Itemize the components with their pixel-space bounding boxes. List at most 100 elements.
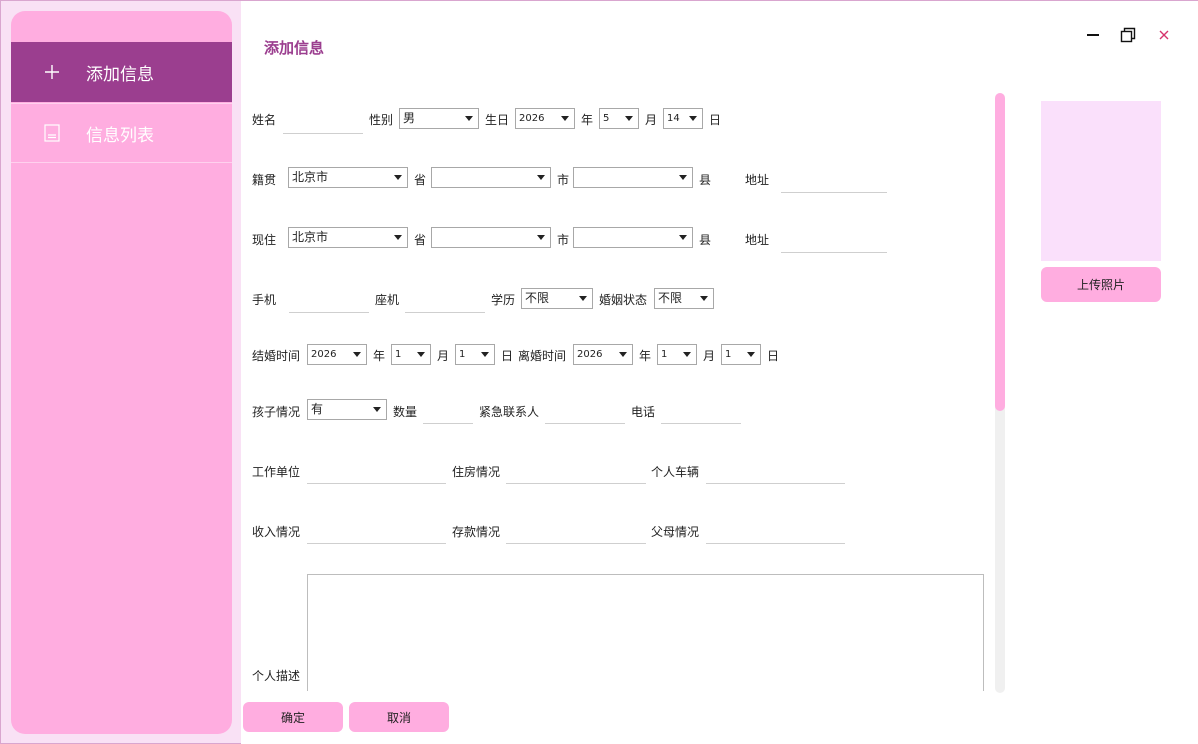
marital-label: 婚姻状态 [599, 293, 648, 307]
native-address-input[interactable] [781, 169, 887, 193]
birth-year-value: 2026 [519, 113, 545, 124]
phone-label: 电话 [631, 405, 656, 419]
divorce-month-select[interactable]: 1 [657, 344, 697, 365]
savings-input[interactable] [506, 520, 646, 544]
province-unit: 省 [414, 233, 427, 247]
divorce-month-value: 1 [661, 349, 668, 360]
cancel-button[interactable]: 取消 [349, 702, 449, 732]
education-select[interactable]: 不限 [521, 288, 593, 309]
birth-month-select[interactable]: 5 [599, 108, 639, 129]
photo-preview [1041, 101, 1161, 261]
emergency-contact-input[interactable] [545, 400, 625, 424]
chevron-down-icon [625, 116, 633, 121]
birth-year-select[interactable]: 2026 [515, 108, 575, 129]
restore-icon [1120, 27, 1136, 46]
chevron-down-icon [679, 175, 687, 180]
work-unit-label: 工作单位 [252, 465, 301, 479]
current-province-select[interactable]: 北京市 [288, 227, 408, 248]
children-count-label: 数量 [393, 405, 418, 419]
county-unit: 县 [699, 233, 712, 247]
marriage-year-select[interactable]: 2026 [307, 344, 367, 365]
current-county-select[interactable] [573, 227, 693, 248]
chevron-down-icon [700, 296, 708, 301]
marriage-day-value: 1 [459, 349, 466, 360]
education-label: 学历 [491, 293, 516, 307]
landline-label: 座机 [375, 293, 400, 307]
sidebar-item-label: 信息列表 [86, 125, 154, 146]
chevron-down-icon [561, 116, 569, 121]
birth-day-select[interactable]: 14 [663, 108, 703, 129]
housing-label: 住房情况 [452, 465, 501, 479]
sidebar: 添加信息 信息列表 [11, 11, 232, 734]
marriage-month-select[interactable]: 1 [391, 344, 431, 365]
minimize-button[interactable] [1082, 25, 1104, 47]
children-label: 孩子情况 [252, 405, 301, 419]
day-unit: 日 [709, 113, 722, 127]
name-label: 姓名 [252, 113, 277, 127]
marital-select[interactable]: 不限 [654, 288, 714, 309]
chevron-down-icon [417, 352, 425, 357]
divorce-date-label: 离婚时间 [518, 349, 567, 363]
scrollbar-thumb[interactable] [995, 93, 1005, 411]
work-unit-input[interactable] [307, 460, 446, 484]
form-area: 姓名 性别 男 生日 2026 年 5 月 14 日 籍贯 北京市 省 市 县 … [241, 91, 1001, 691]
landline-input[interactable] [405, 289, 485, 313]
vehicle-input[interactable] [706, 460, 845, 484]
divorce-day-value: 1 [725, 349, 732, 360]
birthday-label: 生日 [485, 113, 510, 127]
province-unit: 省 [414, 173, 427, 187]
current-city-select[interactable] [431, 227, 551, 248]
county-unit: 县 [699, 173, 712, 187]
birth-month-value: 5 [603, 113, 610, 124]
restore-button[interactable] [1117, 25, 1139, 47]
chevron-down-icon [679, 235, 687, 240]
month-unit: 月 [645, 113, 658, 127]
vehicle-label: 个人车辆 [651, 465, 700, 479]
day-unit: 日 [501, 349, 514, 363]
sidebar-item-info-list[interactable]: 信息列表 [11, 103, 232, 163]
upload-photo-button[interactable]: 上传照片 [1041, 267, 1161, 302]
divorce-year-select[interactable]: 2026 [573, 344, 633, 365]
city-unit: 市 [557, 173, 570, 187]
native-province-value: 北京市 [292, 170, 329, 184]
native-city-select[interactable] [431, 167, 551, 188]
housing-input[interactable] [506, 460, 646, 484]
marriage-day-select[interactable]: 1 [455, 344, 495, 365]
year-unit: 年 [639, 349, 652, 363]
name-input[interactable] [283, 110, 363, 134]
chevron-down-icon [537, 235, 545, 240]
parents-input[interactable] [706, 520, 845, 544]
chevron-down-icon [465, 116, 473, 121]
native-county-select[interactable] [573, 167, 693, 188]
list-icon [43, 124, 61, 142]
scrollbar[interactable] [995, 93, 1005, 693]
income-input[interactable] [307, 520, 446, 544]
sidebar-item-add-info[interactable]: 添加信息 [11, 42, 232, 102]
marriage-year-value: 2026 [311, 349, 337, 360]
native-province-select[interactable]: 北京市 [288, 167, 408, 188]
minimize-icon [1086, 28, 1100, 45]
savings-label: 存款情况 [452, 525, 501, 539]
main-panel: 添加信息 姓名 性别 男 生日 2026 年 5 月 14 日 籍贯 北京市 省… [241, 1, 1198, 744]
day-unit: 日 [767, 349, 780, 363]
children-count-input[interactable] [423, 400, 473, 424]
year-unit: 年 [373, 349, 386, 363]
confirm-button[interactable]: 确定 [243, 702, 343, 732]
phone-input[interactable] [661, 400, 741, 424]
city-unit: 市 [557, 233, 570, 247]
sidebar-item-label: 添加信息 [86, 64, 154, 85]
description-textarea[interactable] [307, 574, 984, 691]
mobile-input[interactable] [289, 289, 369, 313]
chevron-down-icon [394, 235, 402, 240]
close-button[interactable] [1153, 25, 1175, 47]
education-value: 不限 [525, 291, 550, 305]
current-address-input[interactable] [781, 229, 887, 253]
gender-select[interactable]: 男 [399, 108, 479, 129]
gender-label: 性别 [369, 113, 394, 127]
divorce-day-select[interactable]: 1 [721, 344, 761, 365]
native-address-label: 地址 [745, 173, 770, 187]
divorce-year-value: 2026 [577, 349, 603, 360]
income-label: 收入情况 [252, 525, 301, 539]
marital-value: 不限 [658, 291, 683, 305]
children-select[interactable]: 有 [307, 399, 387, 420]
